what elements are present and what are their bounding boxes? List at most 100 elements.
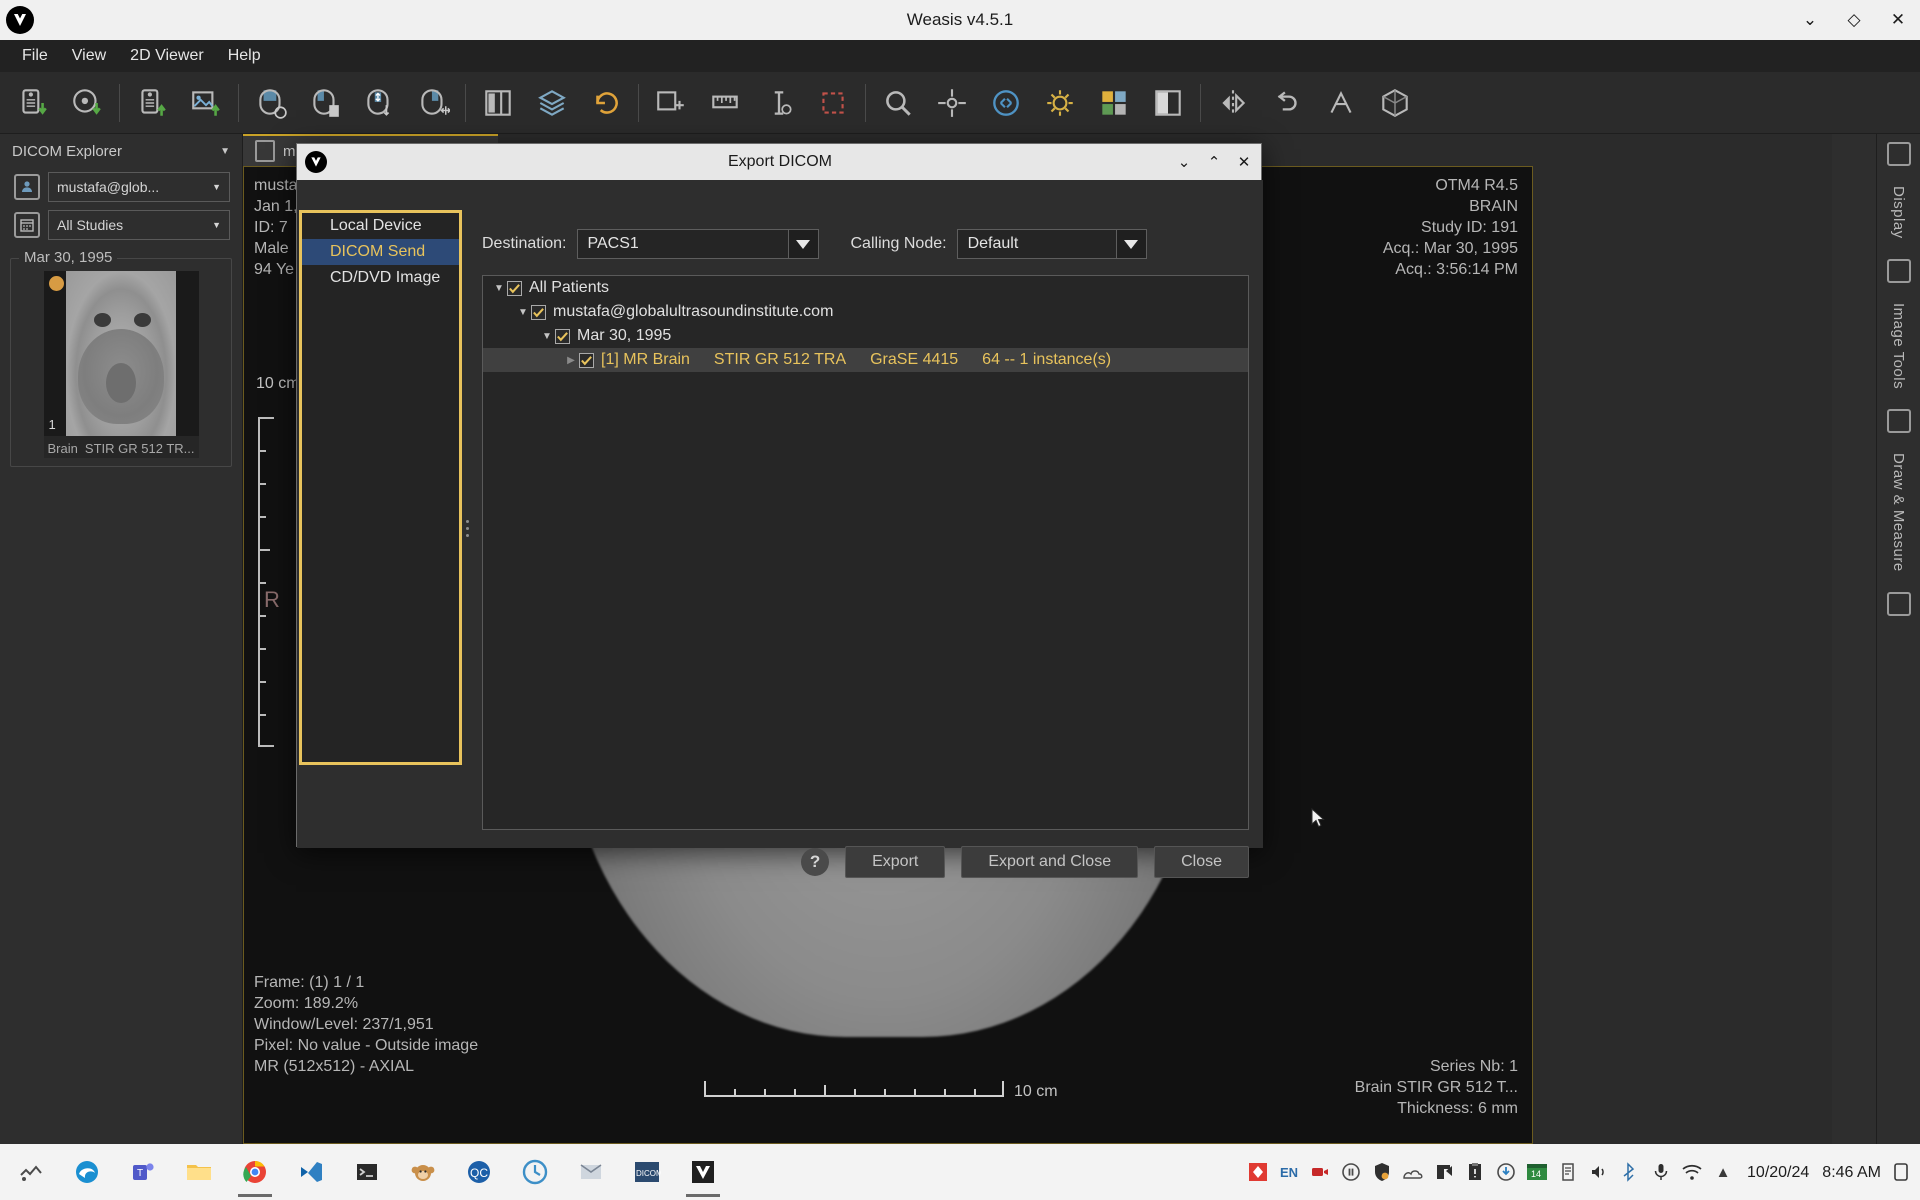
taskbar-explorer-icon[interactable]: [172, 1146, 226, 1198]
tree-row-study[interactable]: ▼ Mar 30, 1995: [483, 324, 1248, 348]
taskbar-chrome-icon[interactable]: [228, 1146, 282, 1198]
sidebar-item-local-device[interactable]: Local Device: [302, 213, 459, 239]
dialog-maximize-button[interactable]: ⌃: [1199, 144, 1229, 180]
taskbar-weasis-icon[interactable]: [676, 1146, 730, 1198]
checkbox-checked-icon[interactable]: [555, 328, 570, 344]
tray-show-hidden-icon[interactable]: ▲: [1712, 1161, 1734, 1183]
draw-measure-section[interactable]: Draw & Measure: [1890, 453, 1907, 572]
chevron-down-icon[interactable]: ▼: [220, 146, 230, 157]
taskbar-vscode-icon[interactable]: [284, 1146, 338, 1198]
settings-gear-icon[interactable]: [1886, 142, 1911, 166]
tray-bluetooth-icon[interactable]: [1619, 1161, 1641, 1183]
menu-2d-viewer[interactable]: 2D Viewer: [118, 43, 216, 69]
mouse-left-winlevel-icon[interactable]: [244, 78, 298, 128]
tree-row-patient[interactable]: ▼ mustafa@globalultrasoundinstitute.com: [483, 300, 1248, 324]
collapse-arrow-icon[interactable]: ▶: [563, 355, 579, 366]
lut-palette-icon[interactable]: [1087, 78, 1141, 128]
annotation-icon[interactable]: [752, 78, 806, 128]
chevron-down-icon[interactable]: [787, 230, 818, 258]
series-stack-icon[interactable]: [525, 78, 579, 128]
dialog-splitter-handle[interactable]: [460, 510, 474, 546]
brightness-icon[interactable]: [1033, 78, 1087, 128]
tree-row-series[interactable]: ▶ [1] MR Brain STIR GR 512 TRA GraSE 441…: [483, 348, 1248, 372]
taskbar-clock[interactable]: 10/20/24: [1747, 1163, 1809, 1182]
menu-help[interactable]: Help: [216, 43, 273, 69]
export-image-icon[interactable]: [179, 78, 233, 128]
panel-collapse-icon[interactable]: [1886, 258, 1911, 283]
dialog-minimize-button[interactable]: ⌄: [1169, 144, 1199, 180]
tray-microphone-icon[interactable]: [1650, 1161, 1672, 1183]
tray-download-icon[interactable]: [1495, 1161, 1517, 1183]
ruler-icon[interactable]: [698, 78, 752, 128]
checkbox-checked-icon[interactable]: [531, 304, 546, 320]
taskbar-start-icon[interactable]: [4, 1146, 58, 1198]
crop-icon[interactable]: [806, 78, 860, 128]
menu-file[interactable]: File: [10, 43, 60, 69]
checkbox-checked-icon[interactable]: [507, 280, 522, 296]
reset-icon[interactable]: [579, 78, 633, 128]
help-button[interactable]: ?: [801, 848, 830, 876]
close-button[interactable]: Close: [1154, 846, 1249, 878]
tree-row-all-patients[interactable]: ▼ All Patients: [483, 276, 1248, 300]
mouse-left-context-icon[interactable]: [298, 78, 352, 128]
layers-icon[interactable]: [1886, 408, 1911, 433]
tray-update-icon[interactable]: [1247, 1161, 1269, 1183]
tray-pause-icon[interactable]: [1340, 1161, 1362, 1183]
sidebar-item-cd-dvd-image[interactable]: CD/DVD Image: [302, 265, 459, 291]
export-tree[interactable]: ▼ All Patients ▼ mustafa@globalultrasoun…: [482, 275, 1249, 830]
taskbar-outlook-icon[interactable]: [564, 1146, 618, 1198]
tray-wifi-icon[interactable]: [1681, 1161, 1703, 1183]
layout-icon[interactable]: [471, 78, 525, 128]
taskbar-clock-app-icon[interactable]: [508, 1146, 562, 1198]
tray-volume-icon[interactable]: [1588, 1161, 1610, 1183]
invert-lut-icon[interactable]: [979, 78, 1033, 128]
studies-combo[interactable]: All Studies ▼: [48, 210, 230, 240]
export-button[interactable]: Export: [845, 846, 946, 878]
maximize-button[interactable]: ◇: [1832, 0, 1876, 40]
mouse-right-pan-icon[interactable]: [406, 78, 460, 128]
export-and-close-button[interactable]: Export and Close: [961, 846, 1139, 878]
import-dicom-icon[interactable]: [6, 78, 60, 128]
sidebar-item-dicom-send[interactable]: DICOM Send: [302, 239, 459, 265]
tray-security-icon[interactable]: [1371, 1161, 1393, 1183]
expand-arrow-icon[interactable]: ▼: [515, 307, 531, 318]
import-cd-icon[interactable]: [60, 78, 114, 128]
chevron-down-icon[interactable]: [1115, 230, 1146, 258]
calling-node-combo[interactable]: Default: [956, 229, 1147, 259]
export-dicom-icon[interactable]: [125, 78, 179, 128]
taskbar-dicom-icon[interactable]: DICOM: [620, 1146, 674, 1198]
taskbar-monkey-icon[interactable]: [396, 1146, 450, 1198]
taskbar-terminal-icon[interactable]: [340, 1146, 394, 1198]
menu-view[interactable]: View: [60, 43, 118, 69]
measure-tools-icon[interactable]: [1314, 78, 1368, 128]
taskbar-time-wrap[interactable]: 8:46 AM: [1822, 1163, 1881, 1182]
expand-arrow-icon[interactable]: ▼: [539, 331, 555, 342]
checkbox-checked-icon[interactable]: [579, 352, 594, 368]
display-section[interactable]: Display: [1890, 186, 1907, 239]
notification-center-icon[interactable]: [1890, 1161, 1912, 1183]
taskbar-teams-icon[interactable]: T: [116, 1146, 170, 1198]
series-thumbnail-card[interactable]: 1 Brain STIR GR 512 TR...: [43, 271, 199, 458]
mouse-wheel-scroll-icon[interactable]: [352, 78, 406, 128]
tray-calendar-icon[interactable]: 14: [1526, 1161, 1548, 1183]
taskbar-edge-icon[interactable]: [60, 1146, 114, 1198]
dialog-close-button[interactable]: ✕: [1229, 144, 1259, 180]
tray-onedrive-icon[interactable]: [1402, 1161, 1424, 1183]
tray-notes-icon[interactable]: [1557, 1161, 1579, 1183]
close-button[interactable]: ✕: [1876, 0, 1920, 40]
patient-combo[interactable]: mustafa@glob... ▼: [48, 172, 230, 202]
tray-language-indicator[interactable]: EN: [1278, 1161, 1300, 1183]
taskbar-qc-icon[interactable]: QC: [452, 1146, 506, 1198]
tray-record-icon[interactable]: [1309, 1161, 1331, 1183]
add-measure-icon[interactable]: [644, 78, 698, 128]
contrast-icon[interactable]: [1141, 78, 1195, 128]
expand-arrow-icon[interactable]: ▼: [491, 283, 507, 294]
zoom-icon[interactable]: [871, 78, 925, 128]
image-tools-section[interactable]: Image Tools: [1890, 303, 1907, 389]
tray-clipboard-icon[interactable]: [1464, 1161, 1486, 1183]
tray-share-icon[interactable]: [1433, 1161, 1455, 1183]
more-tools-icon[interactable]: [1886, 591, 1911, 616]
minimize-button[interactable]: ⌄: [1788, 0, 1832, 40]
3d-volume-icon[interactable]: [1368, 78, 1422, 128]
pan-target-icon[interactable]: [925, 78, 979, 128]
